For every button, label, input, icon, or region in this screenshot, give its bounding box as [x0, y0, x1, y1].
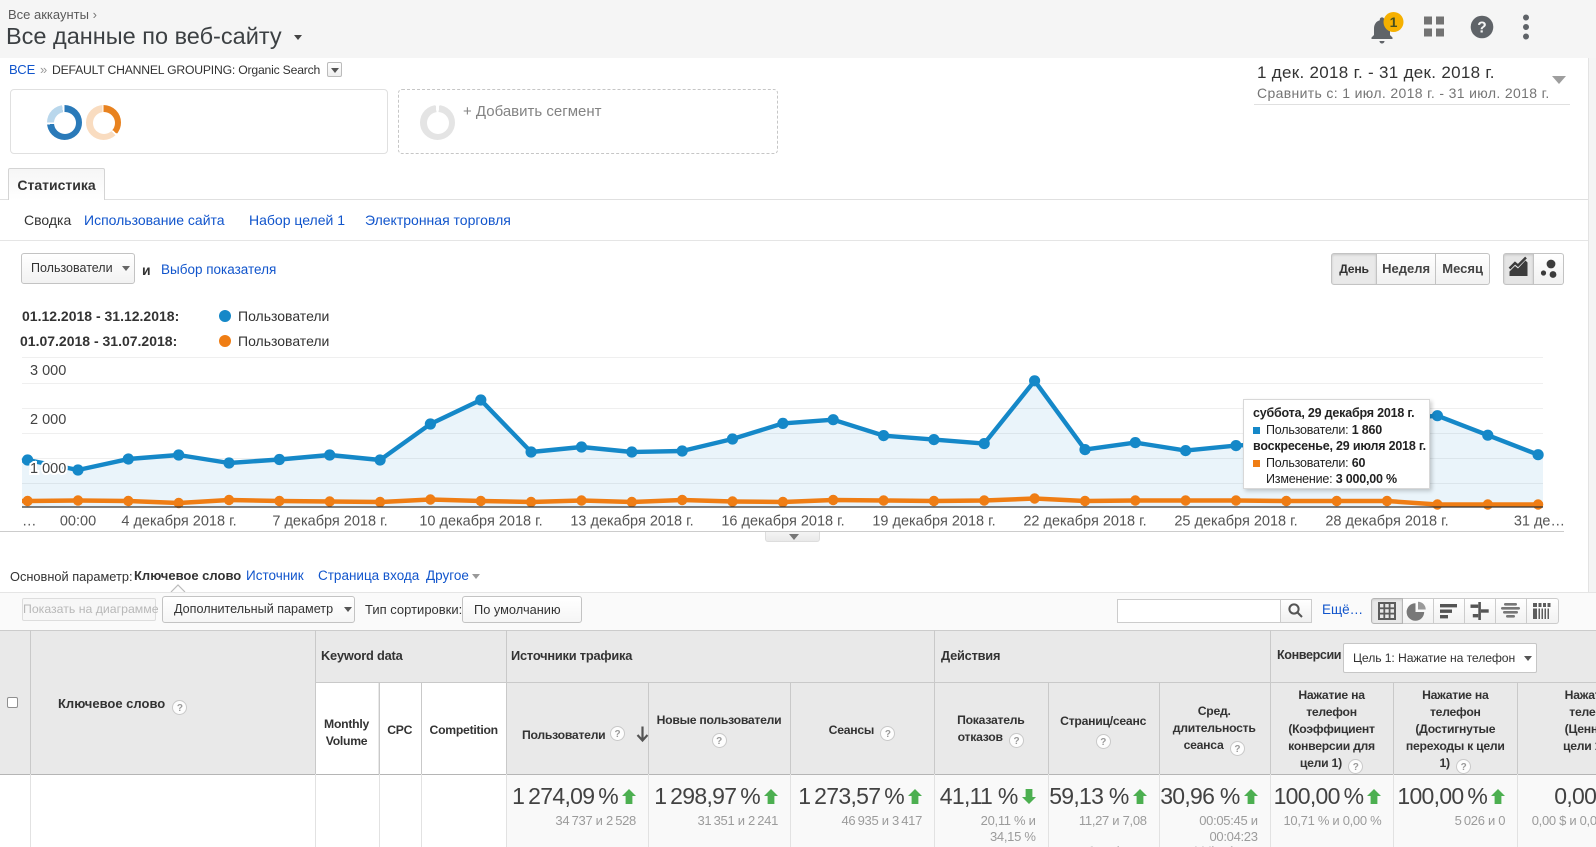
svg-text:?: ?: [1477, 20, 1486, 37]
svg-text:31 де…: 31 де…: [1514, 514, 1565, 530]
svg-text:22 декабря 2018 г.: 22 декабря 2018 г.: [1023, 514, 1146, 530]
svg-text:2 000: 2 000: [30, 412, 66, 428]
svg-text:3 000: 3 000: [30, 363, 66, 379]
svg-text:10 декабря 2018 г.: 10 декабря 2018 г.: [419, 514, 542, 530]
svg-text:…: …: [22, 514, 37, 530]
svg-text:1: 1: [1390, 14, 1398, 30]
svg-text:28 декабря 2018 г.: 28 декабря 2018 г.: [1325, 514, 1448, 530]
svg-text:1 000: 1 000: [30, 461, 66, 477]
svg-text:4 декабря 2018 г.: 4 декабря 2018 г.: [121, 514, 236, 530]
svg-text:16 декабря 2018 г.: 16 декабря 2018 г.: [721, 514, 844, 530]
svg-text:25 декабря 2018 г.: 25 декабря 2018 г.: [1174, 514, 1297, 530]
svg-text:00:00: 00:00: [60, 514, 96, 530]
svg-text:7 декабря 2018 г.: 7 декабря 2018 г.: [272, 514, 387, 530]
svg-text:13 декабря 2018 г.: 13 декабря 2018 г.: [570, 514, 693, 530]
svg-text:19 декабря 2018 г.: 19 декабря 2018 г.: [872, 514, 995, 530]
